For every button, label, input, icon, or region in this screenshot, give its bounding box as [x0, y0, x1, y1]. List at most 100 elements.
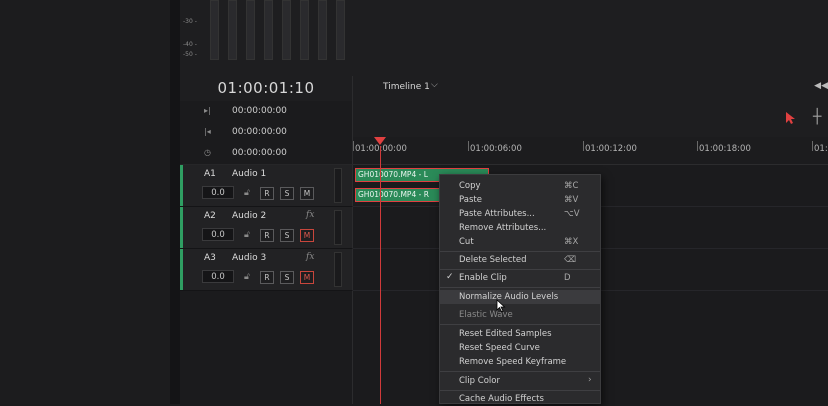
menu-item-cut[interactable]: Cut ⌘X — [440, 235, 600, 249]
record-button[interactable]: R — [260, 271, 274, 284]
menu-item-label: Enable Clip — [459, 273, 507, 283]
menu-item-shortcut: ⌘V — [564, 195, 579, 205]
menu-item-label: Paste Attributes... — [459, 209, 535, 219]
menu-item-shortcut: ⌫ — [564, 255, 577, 265]
track-name[interactable]: Audio 3 — [232, 253, 266, 263]
pointer-tool-icon[interactable] — [785, 111, 795, 125]
playhead-line — [380, 146, 381, 404]
menu-item-label: Reset Speed Curve — [459, 343, 540, 353]
track-meter — [334, 210, 342, 245]
fx-icon[interactable]: fx — [306, 252, 314, 262]
menu-item-remove-attributes[interactable]: Remove Attributes... — [440, 221, 600, 235]
meter-scale-label: -30 - — [183, 18, 197, 25]
lock-icon[interactable]: 🔓︎ — [244, 188, 250, 198]
track-name[interactable]: Audio 1 — [232, 169, 266, 179]
mute-button[interactable]: M — [300, 229, 314, 242]
timecode-display[interactable]: 01:00:01:10 — [180, 76, 353, 102]
menu-item-clip-color[interactable]: Clip Color › — [440, 374, 600, 388]
track-name[interactable]: Audio 2 — [232, 211, 266, 221]
menu-item-label: Copy — [459, 181, 481, 191]
level-meter — [318, 0, 327, 60]
menu-item-label: Cache Audio Effects — [459, 394, 544, 404]
menu-item-label: Reset Edited Samples — [459, 329, 552, 339]
lock-icon[interactable]: 🔓︎ — [244, 272, 250, 282]
menu-item-shortcut: ⌘X — [564, 237, 579, 247]
timecode-row: |◂ 00:00:00:00 — [180, 122, 353, 144]
track-header-empty — [180, 291, 353, 404]
main-timecode: 01:00:01:10 — [217, 79, 315, 97]
track-meter — [334, 252, 342, 287]
track-volume[interactable]: 0.0 — [202, 228, 234, 241]
timeline-toolbar: ┼ — [353, 101, 828, 138]
ruler-label: 01:00:18:00 — [699, 144, 751, 154]
menu-item-normalize-audio-levels[interactable]: Normalize Audio Levels — [440, 290, 600, 304]
level-meter — [300, 0, 309, 60]
timeline-ruler[interactable]: 01:00:00:00 01:00:06:00 01:00:12:00 01:0… — [353, 137, 828, 165]
crosshair-icon[interactable]: ┼ — [813, 109, 821, 125]
menu-item-paste[interactable]: Paste ⌘V — [440, 193, 600, 207]
menu-item-remove-speed-keyframe[interactable]: Remove Speed Keyframe — [440, 355, 600, 369]
ruler-label: 01:00:12:00 — [585, 144, 637, 154]
record-button[interactable]: R — [260, 229, 274, 242]
menu-item-enable-clip[interactable]: ✓ Enable Clip D — [440, 271, 600, 285]
menu-item-delete-selected[interactable]: Delete Selected ⌫ — [440, 253, 600, 267]
timeline-name[interactable]: Timeline 1 — [383, 82, 430, 92]
left-panel — [0, 0, 170, 404]
timecode-value: 00:00:00:00 — [232, 127, 287, 137]
solo-button[interactable]: S — [280, 229, 294, 242]
menu-item-copy[interactable]: Copy ⌘C — [440, 179, 600, 193]
ruler-label: 01:00:06:00 — [470, 144, 522, 154]
next-frame-icon: ▸| — [204, 106, 211, 115]
rewind-icon[interactable]: ◀◀ — [814, 81, 828, 91]
fx-icon[interactable]: fx — [306, 210, 314, 220]
menu-item-label: Normalize Audio Levels — [459, 292, 559, 302]
menu-item-label: Cut — [459, 237, 474, 247]
menu-item-label: Remove Attributes... — [459, 223, 547, 233]
level-meter — [264, 0, 273, 60]
track-id: A2 — [204, 211, 216, 221]
timecode-row: ◷ 00:00:00:00 — [180, 143, 353, 165]
track-color-bar — [180, 249, 183, 290]
meter-scale-label: -50 - — [183, 51, 197, 58]
menu-item-label: Remove Speed Keyframe — [459, 357, 567, 367]
menu-item-paste-attributes[interactable]: Paste Attributes... ⌥V — [440, 207, 600, 221]
track-volume[interactable]: 0.0 — [202, 270, 234, 283]
menu-item-reset-edited-samples[interactable]: Reset Edited Samples — [440, 327, 600, 341]
solo-button[interactable]: S — [280, 271, 294, 284]
menu-item-shortcut: ⌘C — [564, 181, 579, 191]
track-volume[interactable]: 0.0 — [202, 186, 234, 199]
solo-button[interactable]: S — [280, 187, 294, 200]
record-button[interactable]: R — [260, 187, 274, 200]
menu-separator — [440, 324, 600, 325]
mute-button[interactable]: M — [300, 187, 314, 200]
menu-item-label: Clip Color — [459, 376, 500, 386]
lock-icon[interactable]: 🔓︎ — [244, 230, 250, 240]
chevron-right-icon: › — [588, 375, 592, 385]
panel-divider[interactable] — [170, 0, 180, 404]
level-meter — [228, 0, 237, 60]
checkmark-icon: ✓ — [446, 272, 454, 282]
context-menu: Copy ⌘C Paste ⌘V Paste Attributes... ⌥V … — [439, 174, 601, 404]
prev-frame-icon: |◂ — [204, 127, 211, 136]
chevron-down-icon[interactable]: ⌵ — [431, 80, 438, 90]
track-header-a3[interactable]: A3 Audio 3 fx 0.0 🔓︎ R S M — [180, 249, 353, 291]
mouse-cursor-icon — [496, 299, 506, 312]
track-header-a1[interactable]: A1 Audio 1 0.0 🔓︎ R S M — [180, 165, 353, 207]
menu-item-shortcut: D — [564, 273, 571, 283]
menu-separator — [440, 371, 600, 372]
menu-item-elastic-wave[interactable]: Elastic Wave — [440, 308, 600, 322]
level-meter — [210, 0, 219, 60]
mute-button[interactable]: M — [300, 271, 314, 284]
menu-separator — [440, 287, 600, 288]
menu-separator — [440, 390, 600, 391]
ruler-label: 01:0 — [814, 144, 828, 154]
track-color-bar — [180, 207, 183, 248]
playhead-marker[interactable] — [374, 137, 386, 145]
timecode-row: ▸| 00:00:00:00 — [180, 101, 353, 123]
track-header-a2[interactable]: A2 Audio 2 fx 0.0 🔓︎ R S M — [180, 207, 353, 249]
audio-meters-area: -30 - -40 - -50 - — [180, 0, 828, 77]
menu-separator — [440, 269, 600, 270]
timecode-value: 00:00:00:00 — [232, 148, 287, 158]
menu-item-reset-speed-curve[interactable]: Reset Speed Curve — [440, 341, 600, 355]
clock-icon: ◷ — [204, 148, 211, 157]
